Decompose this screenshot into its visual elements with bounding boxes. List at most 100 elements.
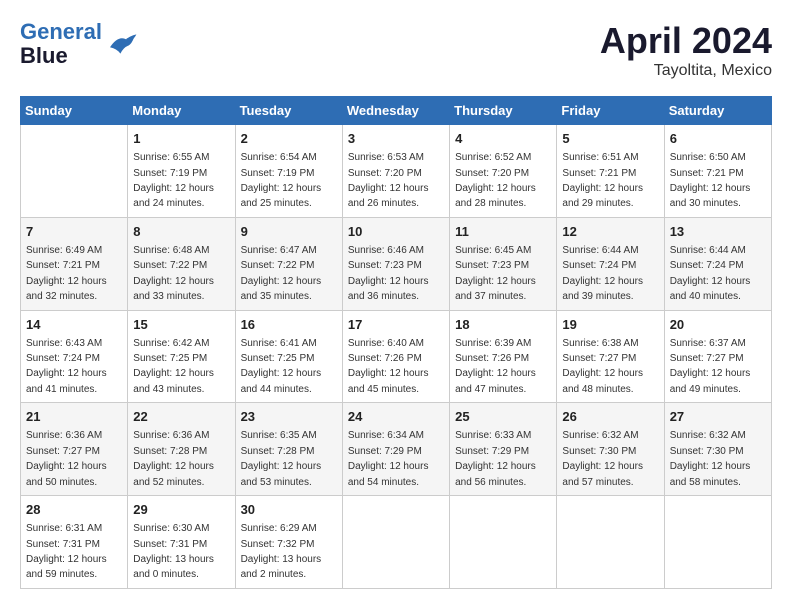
day-info: Sunrise: 6:44 AM Sunset: 7:24 PM Dayligh… [562, 245, 643, 302]
calendar-cell [450, 496, 557, 589]
day-info: Sunrise: 6:31 AM Sunset: 7:31 PM Dayligh… [26, 523, 107, 580]
calendar-cell: 26Sunrise: 6:32 AM Sunset: 7:30 PM Dayli… [557, 403, 664, 496]
day-info: Sunrise: 6:47 AM Sunset: 7:22 PM Dayligh… [241, 245, 322, 302]
day-info: Sunrise: 6:33 AM Sunset: 7:29 PM Dayligh… [455, 430, 536, 487]
day-number: 28 [26, 501, 122, 519]
day-number: 26 [562, 408, 658, 426]
day-info: Sunrise: 6:30 AM Sunset: 7:31 PM Dayligh… [133, 523, 214, 580]
day-number: 11 [455, 223, 551, 241]
day-info: Sunrise: 6:51 AM Sunset: 7:21 PM Dayligh… [562, 152, 643, 209]
calendar-cell: 13 Sunrise: 6:44 AM Sunset: 7:24 PM Dayli… [664, 217, 771, 310]
week-row-2: 7 Sunrise: 6:49 AM Sunset: 7:21 PM Daylig… [21, 217, 772, 310]
day-info: Sunrise: 6:40 AM Sunset: 7:26 PM Dayligh… [348, 338, 429, 395]
calendar-cell: 23 Sunrise: 6:35 AM Sunset: 7:28 PM Dayli… [235, 403, 342, 496]
day-info: Sunrise: 6:36 AM Sunset: 7:28 PM Dayligh… [133, 430, 214, 487]
day-number: 24 [348, 408, 444, 426]
day-info: Sunrise: 6:46 AM Sunset: 7:23 PM Dayligh… [348, 245, 429, 302]
calendar-table: SundayMondayTuesdayWednesdayThursdayFrid… [20, 96, 772, 589]
day-info: Sunrise: 6:29 AM Sunset: 7:32 PM Dayligh… [241, 523, 322, 580]
calendar-cell: 8 Sunrise: 6:48 AM Sunset: 7:22 PM Daylig… [128, 217, 235, 310]
day-info: Sunrise: 6:39 AM Sunset: 7:26 PM Dayligh… [455, 338, 536, 395]
calendar-cell [557, 496, 664, 589]
col-header-wednesday: Wednesday [342, 97, 449, 125]
day-number: 14 [26, 316, 122, 334]
day-number: 29 [133, 501, 229, 519]
logo-text: GeneralBlue [20, 20, 102, 68]
calendar-cell: 2 Sunrise: 6:54 AM Sunset: 7:19 PM Daylig… [235, 125, 342, 218]
day-info: Sunrise: 6:48 AM Sunset: 7:22 PM Dayligh… [133, 245, 214, 302]
day-number: 22 [133, 408, 229, 426]
day-info: Sunrise: 6:37 AM Sunset: 7:27 PM Dayligh… [670, 338, 751, 395]
day-number: 5 [562, 130, 658, 148]
calendar-cell: 5 Sunrise: 6:51 AM Sunset: 7:21 PM Daylig… [557, 125, 664, 218]
page-header: GeneralBlue April 2024 Tayoltita, Mexico [20, 20, 772, 80]
calendar-cell: 1 Sunrise: 6:55 AM Sunset: 7:19 PM Daylig… [128, 125, 235, 218]
calendar-cell: 25Sunrise: 6:33 AM Sunset: 7:29 PM Dayli… [450, 403, 557, 496]
week-row-3: 14 Sunrise: 6:43 AM Sunset: 7:24 PM Dayli… [21, 310, 772, 403]
day-number: 9 [241, 223, 337, 241]
calendar-cell [21, 125, 128, 218]
day-info: Sunrise: 6:35 AM Sunset: 7:28 PM Dayligh… [241, 430, 322, 487]
day-number: 19 [562, 316, 658, 334]
day-info: Sunrise: 6:32 AM Sunset: 7:30 PM Dayligh… [670, 430, 751, 487]
day-info: Sunrise: 6:34 AM Sunset: 7:29 PM Dayligh… [348, 430, 429, 487]
location-subtitle: Tayoltita, Mexico [600, 62, 772, 80]
calendar-cell: 24 Sunrise: 6:34 AM Sunset: 7:29 PM Dayli… [342, 403, 449, 496]
day-number: 30 [241, 501, 337, 519]
day-number: 13 [670, 223, 766, 241]
day-info: Sunrise: 6:49 AM Sunset: 7:21 PM Dayligh… [26, 245, 107, 302]
day-number: 16 [241, 316, 337, 334]
calendar-cell: 12 Sunrise: 6:44 AM Sunset: 7:24 PM Dayli… [557, 217, 664, 310]
week-row-1: 1 Sunrise: 6:55 AM Sunset: 7:19 PM Daylig… [21, 125, 772, 218]
calendar-cell: 16Sunrise: 6:41 AM Sunset: 7:25 PM Dayli… [235, 310, 342, 403]
col-header-monday: Monday [128, 97, 235, 125]
day-number: 23 [241, 408, 337, 426]
calendar-cell: 3Sunrise: 6:53 AM Sunset: 7:20 PM Daylig… [342, 125, 449, 218]
week-row-5: 28 Sunrise: 6:31 AM Sunset: 7:31 PM Dayli… [21, 496, 772, 589]
month-title: April 2024 [600, 20, 772, 62]
calendar-cell: 11 Sunrise: 6:45 AM Sunset: 7:23 PM Dayli… [450, 217, 557, 310]
day-number: 1 [133, 130, 229, 148]
day-info: Sunrise: 6:42 AM Sunset: 7:25 PM Dayligh… [133, 338, 214, 395]
logo: GeneralBlue [20, 20, 138, 68]
day-info: Sunrise: 6:53 AM Sunset: 7:20 PM Dayligh… [348, 152, 429, 209]
day-number: 7 [26, 223, 122, 241]
col-header-tuesday: Tuesday [235, 97, 342, 125]
calendar-cell: 15 Sunrise: 6:42 AM Sunset: 7:25 PM Dayli… [128, 310, 235, 403]
day-number: 17 [348, 316, 444, 334]
title-block: April 2024 Tayoltita, Mexico [600, 20, 772, 80]
calendar-cell: 21 Sunrise: 6:36 AM Sunset: 7:27 PM Dayli… [21, 403, 128, 496]
calendar-cell: 17 Sunrise: 6:40 AM Sunset: 7:26 PM Dayli… [342, 310, 449, 403]
calendar-cell [342, 496, 449, 589]
day-number: 15 [133, 316, 229, 334]
day-info: Sunrise: 6:36 AM Sunset: 7:27 PM Dayligh… [26, 430, 107, 487]
calendar-header-row: SundayMondayTuesdayWednesdayThursdayFrid… [21, 97, 772, 125]
calendar-cell: 10 Sunrise: 6:46 AM Sunset: 7:23 PM Dayli… [342, 217, 449, 310]
calendar-cell: 18 Sunrise: 6:39 AM Sunset: 7:26 PM Dayli… [450, 310, 557, 403]
day-number: 27 [670, 408, 766, 426]
day-number: 12 [562, 223, 658, 241]
week-row-4: 21 Sunrise: 6:36 AM Sunset: 7:27 PM Dayli… [21, 403, 772, 496]
day-info: Sunrise: 6:44 AM Sunset: 7:24 PM Dayligh… [670, 245, 751, 302]
calendar-cell: 19 Sunrise: 6:38 AM Sunset: 7:27 PM Dayli… [557, 310, 664, 403]
day-info: Sunrise: 6:43 AM Sunset: 7:24 PM Dayligh… [26, 338, 107, 395]
day-number: 2 [241, 130, 337, 148]
calendar-cell: 30 Sunrise: 6:29 AM Sunset: 7:32 PM Dayli… [235, 496, 342, 589]
day-number: 18 [455, 316, 551, 334]
calendar-cell: 29 Sunrise: 6:30 AM Sunset: 7:31 PM Dayli… [128, 496, 235, 589]
day-info: Sunrise: 6:38 AM Sunset: 7:27 PM Dayligh… [562, 338, 643, 395]
calendar-cell: 27 Sunrise: 6:32 AM Sunset: 7:30 PM Dayli… [664, 403, 771, 496]
day-info: Sunrise: 6:54 AM Sunset: 7:19 PM Dayligh… [241, 152, 322, 209]
calendar-cell: 20Sunrise: 6:37 AM Sunset: 7:27 PM Dayli… [664, 310, 771, 403]
calendar-cell: 7 Sunrise: 6:49 AM Sunset: 7:21 PM Daylig… [21, 217, 128, 310]
calendar-cell: 9 Sunrise: 6:47 AM Sunset: 7:22 PM Daylig… [235, 217, 342, 310]
col-header-saturday: Saturday [664, 97, 771, 125]
calendar-cell: 6Sunrise: 6:50 AM Sunset: 7:21 PM Daylig… [664, 125, 771, 218]
calendar-cell [664, 496, 771, 589]
day-number: 21 [26, 408, 122, 426]
logo-bird-icon [106, 30, 138, 58]
day-info: Sunrise: 6:55 AM Sunset: 7:19 PM Dayligh… [133, 152, 214, 209]
day-number: 8 [133, 223, 229, 241]
day-number: 10 [348, 223, 444, 241]
day-info: Sunrise: 6:45 AM Sunset: 7:23 PM Dayligh… [455, 245, 536, 302]
